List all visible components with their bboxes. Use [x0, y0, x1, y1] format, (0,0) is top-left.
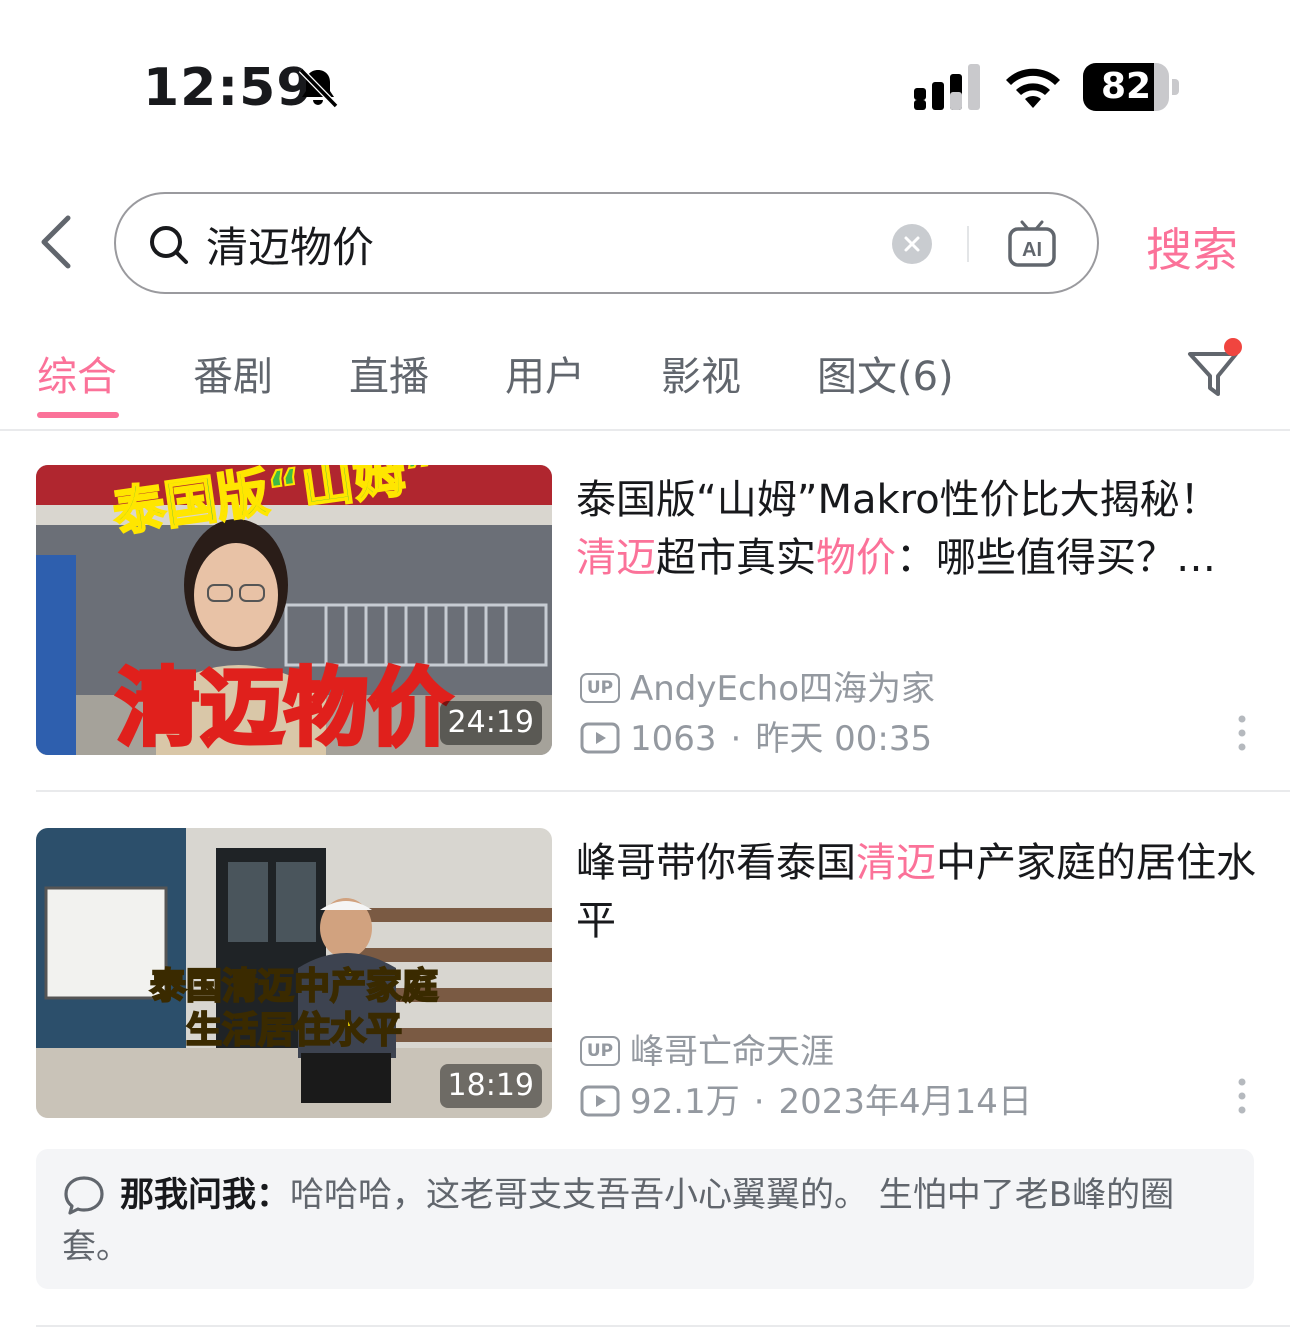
- up-badge-icon: UP: [580, 672, 620, 703]
- thumb-caption-line2: 生活居住水平: [186, 1010, 402, 1051]
- clear-search-button[interactable]: [892, 224, 932, 264]
- thumb-caption-bottom: 清迈物价: [116, 659, 452, 755]
- video-meta: 92.1万 · 2023年4月14日: [580, 1074, 1032, 1123]
- video-thumbnail[interactable]: 泰国清迈中产家庭 生活居住水平 18:19: [36, 828, 552, 1118]
- author-name: 峰哥亡命天涯: [630, 1032, 834, 1072]
- tabs-divider: [0, 429, 1290, 431]
- title-segment: ：哪些值得买？…: [896, 535, 1216, 581]
- back-arrow-icon[interactable]: [30, 208, 90, 276]
- play-count-icon: [580, 1085, 620, 1116]
- title-highlight: 清迈: [856, 840, 936, 886]
- video-thumbnail[interactable]: 泰国版“山姆” 清迈物价 24:19: [36, 465, 552, 755]
- status-time: 12:59: [143, 58, 314, 118]
- view-count: 92.1万: [630, 1082, 740, 1122]
- search-header: AI 搜索: [0, 190, 1290, 296]
- publish-date: 昨天 00:35: [755, 719, 933, 759]
- play-count-icon: [580, 722, 620, 753]
- meta-separator: ·: [730, 719, 742, 759]
- comment-username: 那我问我：: [120, 1175, 290, 1215]
- search-icon: [150, 226, 188, 264]
- ai-label: AI: [1022, 239, 1042, 261]
- video-author[interactable]: UP 峰哥亡命天涯: [580, 1024, 834, 1073]
- battery-indicator: 82: [1083, 63, 1179, 111]
- title-segment: 超市真实: [656, 535, 816, 581]
- video-meta: 1063 · 昨天 00:35: [580, 711, 932, 760]
- thumb-caption-line1: 泰国清迈中产家庭: [150, 966, 438, 1007]
- video-duration: 24:19: [439, 701, 542, 745]
- result-divider: [36, 790, 1290, 792]
- cellular-signal-icon: [914, 64, 980, 110]
- ai-tv-icon[interactable]: AI: [1004, 216, 1060, 272]
- filter-notification-dot: [1224, 338, 1242, 356]
- comment-text: 那我问我：哈哈哈，这老哥支支吾吾小心翼翼的。 生怕中了老B峰的圈套。: [62, 1169, 1232, 1273]
- search-input[interactable]: [206, 212, 866, 276]
- video-result-card[interactable]: 泰国清迈中产家庭 生活居住水平 18:19 峰哥带你看泰国清迈中产家庭的居住水平…: [36, 828, 1256, 1123]
- more-options-icon[interactable]: [1232, 713, 1252, 753]
- video-author[interactable]: UP AndyEcho四海为家: [580, 661, 935, 710]
- tab-articles[interactable]: 图文(6): [817, 344, 954, 402]
- video-title: 峰哥带你看泰国清迈中产家庭的居住水平: [576, 834, 1256, 950]
- close-icon: [904, 236, 920, 252]
- search-divider: [967, 226, 969, 262]
- video-result-card[interactable]: 泰国版“山姆” 清迈物价 24:19 泰国版“山姆”Makro性价比大揭秘！ 清迈…: [36, 465, 1256, 760]
- tab-live[interactable]: 直播: [349, 344, 429, 402]
- video-duration: 18:19: [439, 1064, 542, 1108]
- search-box[interactable]: AI: [114, 192, 1099, 294]
- meta-separator: ·: [753, 1082, 765, 1122]
- title-highlight: 清迈: [576, 535, 656, 581]
- publish-date: 2023年4月14日: [778, 1082, 1032, 1122]
- status-bar: 12:59 82: [0, 0, 1290, 170]
- active-tab-indicator: [37, 412, 119, 418]
- video-title: 泰国版“山姆”Makro性价比大揭秘！ 清迈超市真实物价：哪些值得买？…: [576, 471, 1256, 587]
- battery-level: 82: [1100, 66, 1152, 107]
- result-tabs: 综合 番剧 直播 用户 影视 图文(6): [0, 330, 1290, 430]
- bell-muted-icon: [298, 67, 339, 109]
- title-segment: 峰哥带你看泰国: [576, 840, 856, 886]
- tab-users[interactable]: 用户: [505, 344, 585, 402]
- up-badge-icon: UP: [580, 1035, 620, 1066]
- tab-film-tv[interactable]: 影视: [661, 344, 741, 402]
- result-divider: [36, 1325, 1290, 1327]
- search-submit-button[interactable]: 搜索: [1146, 214, 1238, 280]
- view-count: 1063: [630, 719, 717, 759]
- more-options-icon[interactable]: [1232, 1076, 1252, 1116]
- author-name: AndyEcho四海为家: [630, 669, 936, 709]
- wifi-icon: [1006, 68, 1060, 108]
- title-highlight: 物价: [816, 535, 896, 581]
- top-comment[interactable]: 那我问我：哈哈哈，这老哥支支吾吾小心翼翼的。 生怕中了老B峰的圈套。: [36, 1149, 1254, 1289]
- tab-anime[interactable]: 番剧: [193, 344, 273, 402]
- tab-comprehensive[interactable]: 综合: [37, 344, 117, 402]
- title-segment: 泰国版“山姆”Makro性价比大揭秘！: [576, 477, 1220, 523]
